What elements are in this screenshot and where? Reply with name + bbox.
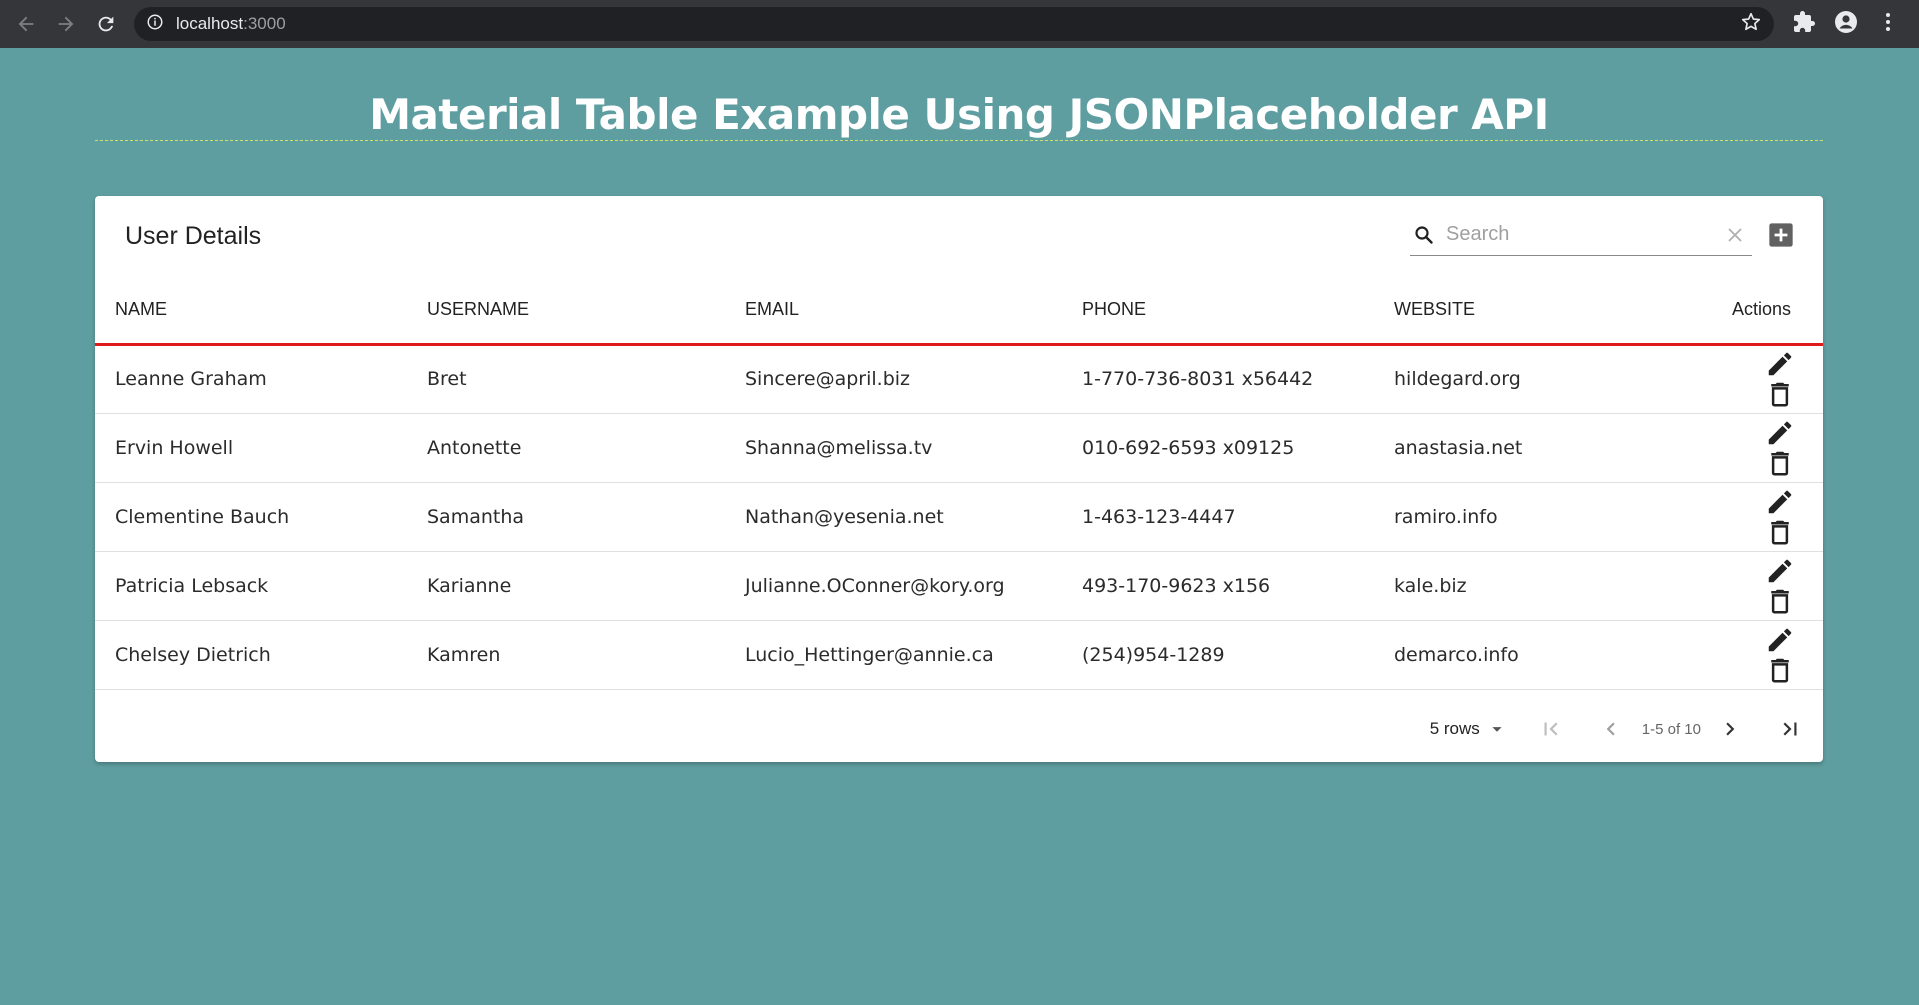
rows-per-page-label: 5 rows (1429, 719, 1480, 738)
pencil-icon[interactable] (1765, 349, 1795, 379)
browser-toolbar: localhost:3000 (0, 0, 1919, 48)
user-table-card: User Details NAME USERNAME EMAIL PHONE W… (95, 196, 1823, 762)
cell-website: kale.biz (1374, 551, 1674, 621)
column-header-website[interactable]: WEBSITE (1374, 276, 1674, 346)
arrow-back-icon (18, 16, 34, 32)
cell-phone: 493-170-9623 x156 (1062, 551, 1374, 621)
cell-website: ramiro.info (1374, 482, 1674, 552)
cell-website: hildegard.org (1374, 344, 1674, 414)
previous-page-button[interactable] (1596, 714, 1626, 744)
cell-email: Lucio_Hettinger@annie.ca (725, 620, 1062, 690)
cell-username: Antonette (407, 413, 725, 483)
first-page-icon (1544, 722, 1558, 736)
cell-name: Clementine Bauch (95, 482, 407, 552)
rows-per-page-select[interactable]: 5 rows (1430, 718, 1508, 740)
address-bar[interactable]: localhost:3000 (134, 7, 1774, 41)
account-icon[interactable] (1834, 10, 1858, 39)
title-divider (95, 140, 1823, 141)
page-range: 1-5 of 10 (1641, 720, 1701, 738)
trash-icon[interactable] (1765, 379, 1795, 409)
cell-email: Julianne.OConner@kory.org (725, 551, 1062, 621)
trash-icon[interactable] (1765, 517, 1795, 547)
cell-phone: 1-463-123-4447 (1062, 482, 1374, 552)
search-icon (1415, 225, 1433, 244)
pencil-icon[interactable] (1765, 556, 1795, 586)
reload-button[interactable] (92, 10, 120, 38)
search-input[interactable] (1446, 223, 1696, 246)
pencil-icon[interactable] (1765, 625, 1795, 655)
table-title: User Details (125, 221, 262, 250)
trash-icon[interactable] (1765, 655, 1795, 685)
search-box (1410, 214, 1752, 256)
cell-phone: 1-770-736-8031 x56442 (1062, 344, 1374, 414)
cell-website: anastasia.net (1374, 413, 1674, 483)
cell-actions (1674, 551, 1823, 621)
table-row: Ervin Howell Antonette Shanna@melissa.tv 01… (95, 413, 1823, 483)
table-row: Patricia Lebsack Karianne Julianne.OConner… (95, 551, 1823, 621)
cell-username: Kamren (407, 620, 725, 690)
cell-email: Sincere@april.biz (725, 344, 1062, 414)
back-button[interactable] (12, 10, 40, 38)
close-icon[interactable] (1724, 224, 1746, 246)
cell-username: Samantha (407, 482, 725, 552)
table-row: Leanne Graham Bret Sincere@april.biz 1-770-… (95, 344, 1823, 414)
cell-actions (1674, 344, 1823, 414)
star-icon[interactable] (1740, 11, 1762, 38)
cell-actions (1674, 413, 1823, 483)
table-row: Clementine Bauch Samantha Nathan@yesenia.n… (95, 482, 1823, 552)
url-host: localhost (176, 14, 244, 33)
pagination: 5 rows 1-5 of 10 (95, 696, 1823, 762)
user-table: NAME USERNAME EMAIL PHONE WEBSITE Action… (95, 276, 1823, 690)
cell-email: Nathan@yesenia.net (725, 482, 1062, 552)
dropdown-arrow-icon (1492, 727, 1502, 732)
cell-website: demarco.info (1374, 620, 1674, 690)
table-header-row: NAME USERNAME EMAIL PHONE WEBSITE Action… (95, 276, 1823, 346)
cell-phone: (254)954-1289 (1062, 620, 1374, 690)
cell-name: Leanne Graham (95, 344, 407, 414)
chevron-right-icon (1726, 722, 1735, 736)
pencil-icon[interactable] (1765, 418, 1795, 448)
next-page-button[interactable] (1715, 714, 1745, 744)
url-port: :3000 (243, 14, 286, 33)
trash-icon[interactable] (1765, 448, 1795, 478)
url-text: localhost:3000 (176, 14, 286, 34)
cell-username: Karianne (407, 551, 725, 621)
info-icon[interactable] (146, 13, 164, 36)
trash-icon[interactable] (1765, 586, 1795, 616)
first-page-button[interactable] (1536, 714, 1566, 744)
page-title: Material Table Example Using JSONPlaceho… (369, 90, 1549, 139)
reload-icon (98, 16, 114, 32)
column-header-actions: Actions (1674, 276, 1823, 346)
chevron-left-icon (1606, 722, 1615, 736)
last-page-button[interactable] (1775, 714, 1805, 744)
table-row: Chelsey Dietrich Kamren Lucio_Hettinger@an… (95, 620, 1823, 690)
pencil-icon[interactable] (1765, 487, 1795, 517)
cell-email: Shanna@melissa.tv (725, 413, 1062, 483)
more-vert-icon[interactable] (1876, 10, 1900, 39)
add-box-icon[interactable] (1767, 221, 1795, 249)
cell-name: Chelsey Dietrich (95, 620, 407, 690)
cell-actions (1674, 482, 1823, 552)
column-header-phone[interactable]: PHONE (1062, 276, 1374, 346)
cell-name: Patricia Lebsack (95, 551, 407, 621)
last-page-icon (1783, 722, 1797, 736)
cell-username: Bret (407, 344, 725, 414)
cell-actions (1674, 620, 1823, 690)
puzzle-icon[interactable] (1792, 10, 1816, 39)
arrow-forward-icon (58, 16, 74, 32)
column-header-name[interactable]: NAME (95, 276, 407, 346)
column-header-email[interactable]: EMAIL (725, 276, 1062, 346)
cell-name: Ervin Howell (95, 413, 407, 483)
forward-button[interactable] (52, 10, 80, 38)
cell-phone: 010-692-6593 x09125 (1062, 413, 1374, 483)
column-header-username[interactable]: USERNAME (407, 276, 725, 346)
table-toolbar: User Details (95, 196, 1823, 276)
